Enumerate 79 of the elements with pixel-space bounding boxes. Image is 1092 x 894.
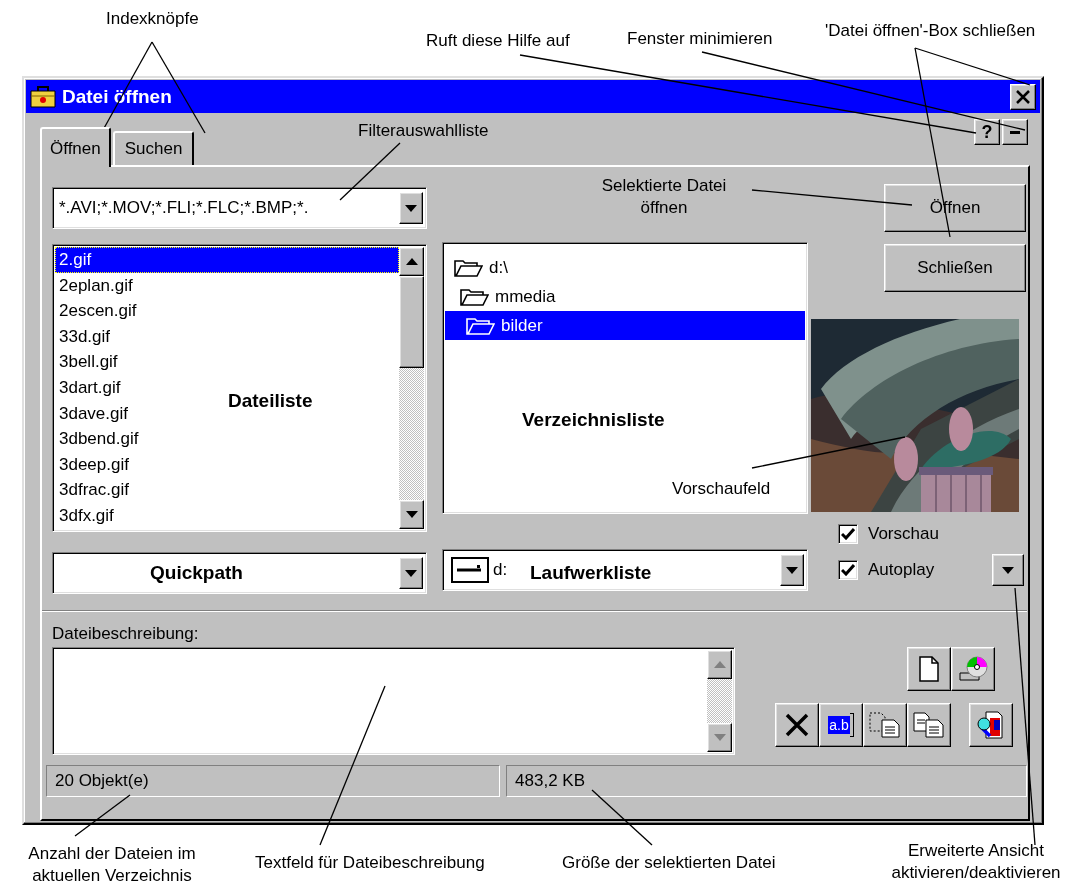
checkbox-label: Autoplay [868,560,935,580]
caret-icon [405,204,417,212]
leader-line [339,142,401,201]
toolbar-button[interactable] [969,703,1013,747]
minimize-button[interactable] [1002,119,1028,145]
briefcase-icon [30,84,56,109]
folder-icon [453,257,483,278]
quickpath-dropdown[interactable] [52,552,427,594]
scrollbar[interactable] [399,247,424,529]
status-panel: 20 Objekt(e) [46,765,501,797]
scroll-down-icon [405,511,418,518]
callout-label: Ruft diese Hilfe auf [426,30,570,52]
callout-label: Vorschaufeld [672,478,771,500]
caret-icon [1002,566,1014,574]
toolbar-button[interactable] [907,647,951,691]
file-item[interactable]: 3dart.gif [55,374,125,401]
callout-label: Anzahl der Dateien im aktuellen Verzeichnis [27,843,197,887]
filter-dropdown[interactable]: *.AVI;*.MOV;*.FLI;*.FLC;*.BMP;*. [52,187,427,229]
tab[interactable]: Suchen [112,131,195,165]
callout-label: Erweiterte Ansicht aktivieren/deaktivieren [890,840,1062,884]
toolbar-button[interactable]: a.b [819,703,863,747]
leader-line [591,789,653,846]
description-label: Dateibeschreibung: [52,624,200,644]
disc-drive-icon [957,655,989,683]
toolbar-button[interactable] [863,703,907,747]
directory-item[interactable]: mmedia [445,282,805,311]
folder-icon [465,315,495,336]
callout-label: 'Datei öffnen'-Box schließen [825,20,1036,42]
toolbar-button[interactable] [775,703,819,747]
file-item[interactable]: 3deep.gif [55,451,133,478]
caret-icon [786,566,798,574]
callout-label: Fenster minimieren [627,28,773,50]
directory-item[interactable]: d:\ [445,253,805,282]
region-label: Quickpath [150,562,243,584]
region-label: Verzeichnisliste [522,409,665,431]
scroll-down-icon [713,734,726,741]
folder-icon [459,286,489,307]
pages-icon [913,712,945,738]
help-button[interactable]: ? [974,119,1000,145]
file-item[interactable]: 2eplan.gif [55,272,137,299]
status-panel: 483,2 KB [506,765,1027,797]
checkbox[interactable] [838,560,858,580]
file-item[interactable]: 3dbend.gif [55,426,143,452]
callout-label: Selektierte Datei öffnen [600,175,728,219]
callout-label: Filterauswahlliste [358,120,489,142]
region-label: Laufwerkliste [530,562,652,584]
toolbar-button[interactable] [951,647,995,691]
file-item[interactable]: 2.gif [55,247,399,273]
callout-label: Größe der selektierten Datei [562,852,776,874]
expand-button[interactable] [992,554,1024,586]
cross-icon [785,713,809,737]
tab[interactable]: Öffnen [40,127,111,167]
description-field[interactable] [52,647,735,755]
dialog-button[interactable]: Schließen [884,244,1026,292]
close-button[interactable] [1010,83,1036,110]
drive-icon [451,557,489,583]
file-item[interactable]: 3dave.gif [55,400,132,427]
checkbox[interactable] [838,524,858,544]
checkbox-label: Vorschau [868,524,939,544]
region-label: Dateiliste [228,390,313,412]
directory-item[interactable]: bilder [445,311,805,340]
file-item[interactable]: 3dfx.gif [55,502,118,529]
file-item[interactable]: 33d.gif [55,323,115,350]
toolbar-button[interactable] [907,703,951,747]
scrollbar[interactable] [707,650,732,752]
callout-label: Textfeld für Dateibeschreibung [255,852,485,874]
copy-icon [869,712,901,738]
close-icon [1016,89,1030,104]
scroll-up-icon [713,661,726,668]
file-item[interactable]: 3dfrac.gif [55,477,133,503]
file-item[interactable]: 3bell.gif [55,349,122,375]
document-icon [919,656,939,682]
scroll-up-icon [405,258,418,265]
magnifier-icon [976,710,1006,740]
leader-line [74,794,131,837]
minimize-icon [1010,130,1020,134]
callout-label: Indexknöpfe [106,8,199,30]
caret-icon [405,569,417,577]
file-item[interactable]: 2escen.gif [55,298,141,324]
